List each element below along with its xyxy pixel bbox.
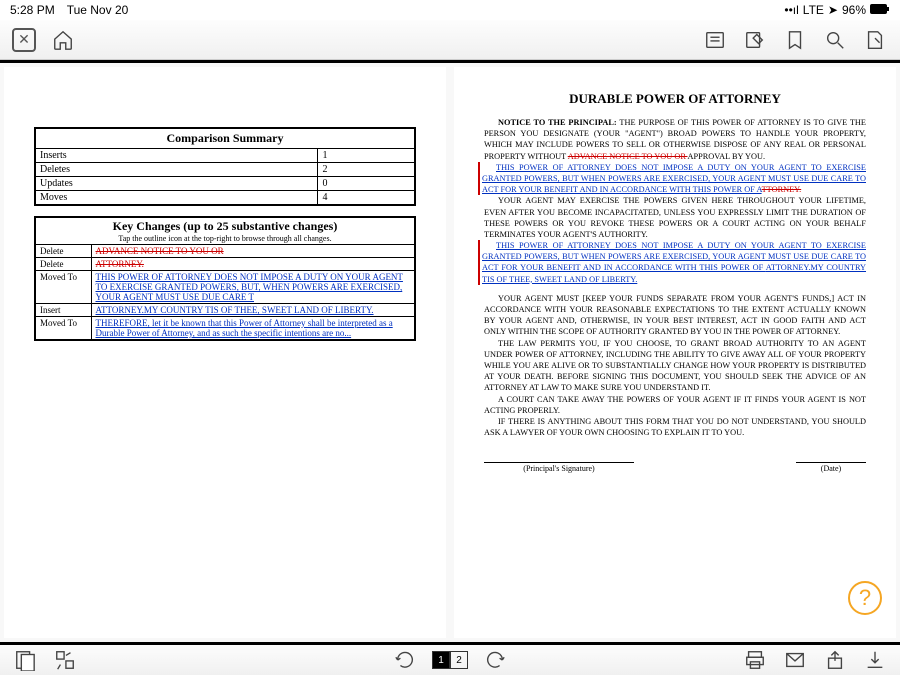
print-icon[interactable]	[742, 647, 768, 673]
signal-icon: ••ıl	[784, 3, 798, 17]
undo-icon[interactable]	[392, 647, 418, 673]
location-icon: ➤	[828, 3, 838, 17]
comparison-title: Comparison Summary	[35, 128, 415, 149]
annotate-icon[interactable]	[862, 27, 888, 53]
redo-icon[interactable]	[482, 647, 508, 673]
page-1: Comparison Summary Inserts1 Deletes2 Upd…	[4, 67, 446, 638]
keychanges-subtitle: Tap the outline icon at the top-right to…	[40, 234, 410, 243]
toolbar-bottom: 1 2	[0, 645, 900, 675]
search-icon[interactable]	[822, 27, 848, 53]
battery-icon	[870, 3, 890, 17]
home-button[interactable]	[50, 27, 76, 53]
status-bar: 5:28 PM Tue Nov 20 ••ıl LTE ➤ 96%	[0, 0, 900, 20]
status-battery: 96%	[842, 3, 866, 17]
toolbar-top: ✕	[0, 20, 900, 60]
comparison-summary-table: Comparison Summary Inserts1 Deletes2 Upd…	[34, 127, 416, 206]
bookmark-icon[interactable]	[782, 27, 808, 53]
edit-icon[interactable]	[742, 27, 768, 53]
page-navigator[interactable]: 1 2	[432, 651, 468, 669]
status-time: 5:28 PM	[10, 3, 55, 17]
help-button[interactable]: ?	[848, 581, 882, 615]
keychanges-title: Key Changes (up to 25 substantive change…	[40, 219, 410, 234]
download-icon[interactable]	[862, 647, 888, 673]
key-changes-table: Key Changes (up to 25 substantive change…	[34, 216, 416, 341]
close-button[interactable]: ✕	[12, 28, 36, 52]
outline-icon[interactable]	[702, 27, 728, 53]
page-2: DURABLE POWER OF ATTORNEY NOTICE TO THE …	[454, 67, 896, 638]
view-mode-icon[interactable]	[52, 647, 78, 673]
document-body: NOTICE TO THE PRINCIPAL: THE PURPOSE OF …	[484, 117, 866, 438]
document-title: DURABLE POWER OF ATTORNEY	[484, 91, 866, 107]
status-carrier: LTE	[803, 3, 824, 17]
status-date: Tue Nov 20	[67, 3, 129, 17]
signature-row: (Principal's Signature) (Date)	[484, 462, 866, 473]
thumbnails-icon[interactable]	[12, 647, 38, 673]
page-num-2[interactable]: 2	[450, 651, 468, 669]
share-icon[interactable]	[822, 647, 848, 673]
mail-icon[interactable]	[782, 647, 808, 673]
page-num-1[interactable]: 1	[432, 651, 450, 669]
document-viewport[interactable]: Comparison Summary Inserts1 Deletes2 Upd…	[0, 60, 900, 645]
